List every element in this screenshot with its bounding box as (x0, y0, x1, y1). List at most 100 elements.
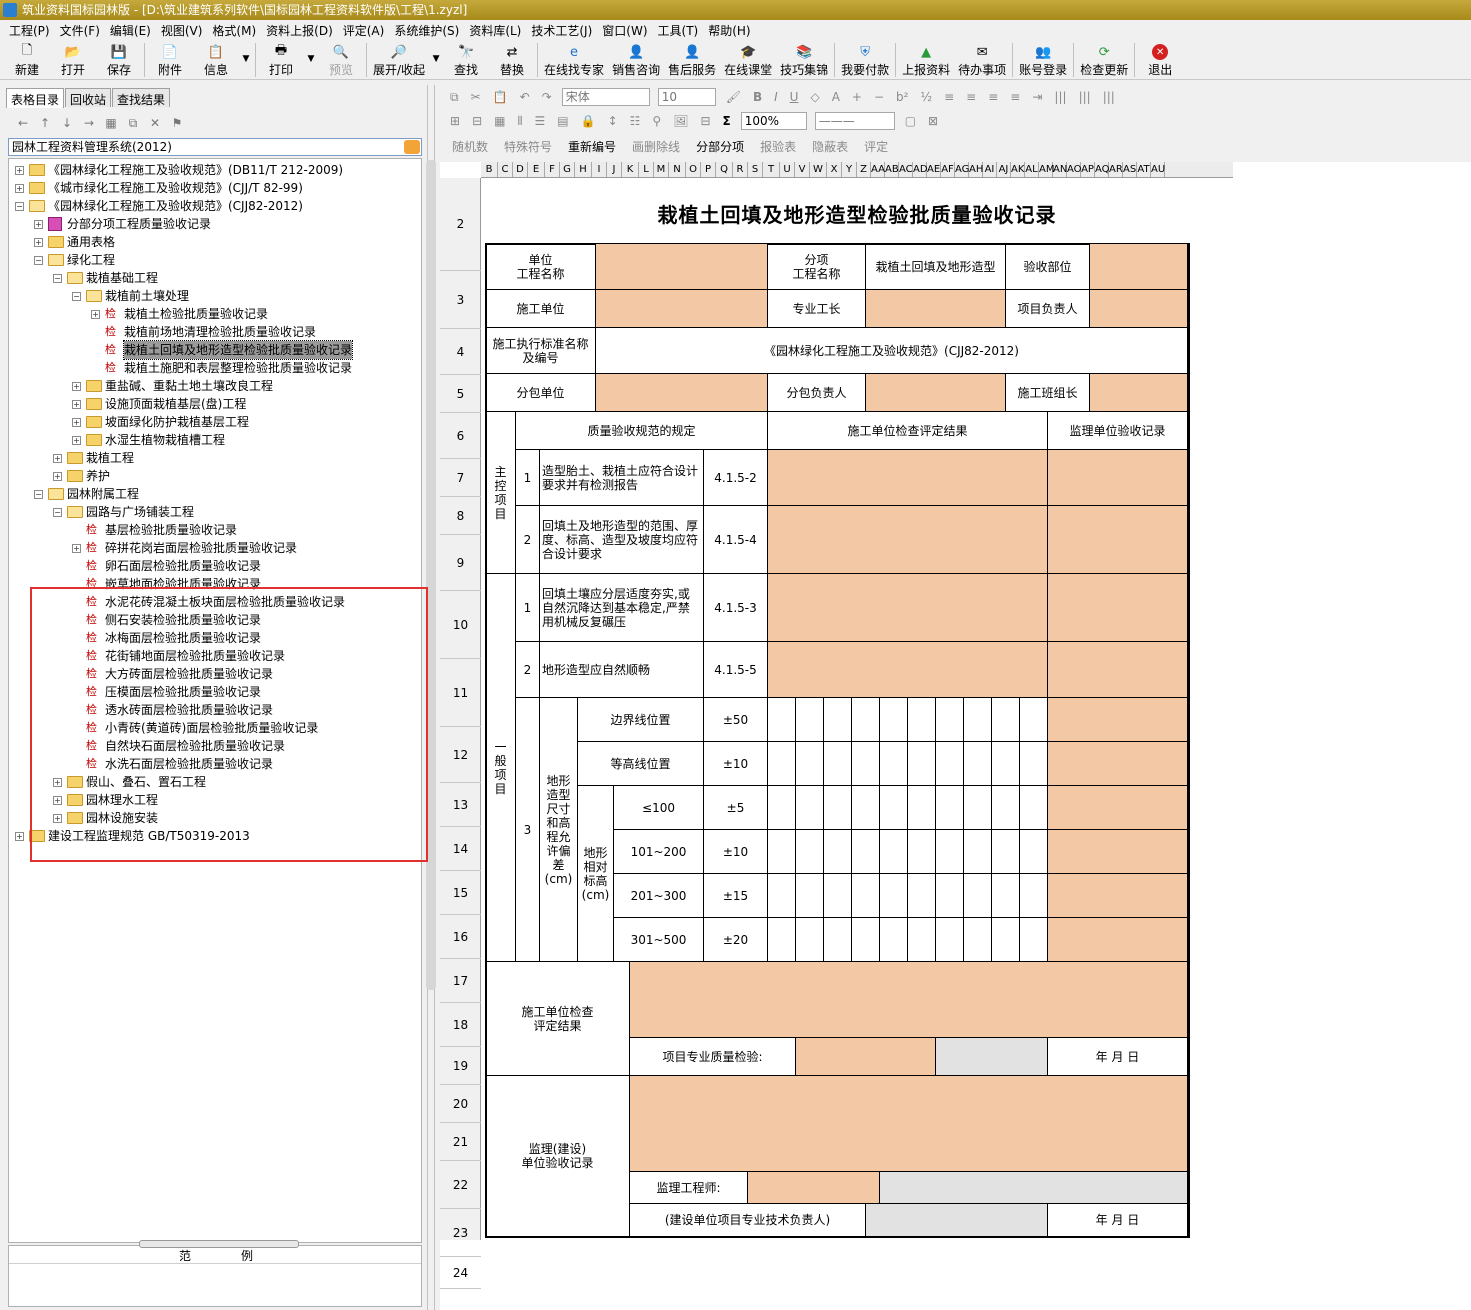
delete-icon[interactable]: ✕ (144, 116, 166, 130)
elevation-label[interactable]: 地形 相对 标高 (cm) (578, 786, 614, 962)
supervision-result[interactable] (1048, 742, 1188, 786)
column-label[interactable]: C (498, 162, 513, 177)
row-label[interactable]: 24 (440, 1257, 481, 1289)
row-label[interactable]: 3 (440, 271, 481, 329)
supervisor-result-label[interactable]: 监理(建设) 单位验收记录 (486, 1076, 630, 1237)
barcode-icon[interactable]: ||| (1048, 90, 1072, 104)
insert-row-icon[interactable]: ☰ (529, 114, 552, 128)
arrow-right-icon[interactable]: → (78, 116, 100, 130)
measure-cell[interactable] (992, 698, 1020, 742)
contractor-label[interactable]: 施工单位 (486, 290, 596, 328)
elevation-value[interactable]: ±20 (704, 918, 768, 962)
indent-icon[interactable]: ⇥ (1026, 90, 1048, 104)
pro-manager-value[interactable] (866, 290, 1006, 328)
column-label[interactable]: H (575, 162, 592, 177)
supervision-result[interactable] (1048, 506, 1188, 574)
menu-project[interactable]: 工程(P) (4, 22, 55, 39)
menu-window[interactable]: 窗口(W) (597, 22, 652, 39)
measure-cell[interactable] (880, 698, 908, 742)
column-label[interactable]: AJ (997, 162, 1011, 177)
expand-icon[interactable]: + (72, 400, 81, 409)
measure-cell[interactable] (824, 742, 852, 786)
info-dropdown-icon[interactable]: ▼ (239, 40, 253, 64)
row-label[interactable]: 21 (440, 1123, 481, 1161)
date-label[interactable]: 年 月 日 (1048, 1038, 1188, 1076)
align-left-icon[interactable]: ≡ (938, 90, 960, 104)
replace-button[interactable]: ⇄ 替换 (489, 40, 535, 78)
find-button[interactable]: 🔭 查找 (443, 40, 489, 78)
undo-icon[interactable]: ↶ (514, 90, 536, 104)
renumber-button[interactable]: 重新编号 (560, 138, 624, 155)
contractor-result-label[interactable]: 施工单位检查 评定结果 (486, 962, 630, 1076)
row-label[interactable]: 17 (440, 959, 481, 1003)
column-label[interactable]: AD (913, 162, 928, 177)
tolerance-value[interactable]: ±10 (704, 742, 768, 786)
minus-icon[interactable]: − (868, 90, 890, 104)
table-icon[interactable]: ▦ (488, 114, 511, 128)
column-label[interactable]: N (669, 162, 686, 177)
measure-cell[interactable] (880, 830, 908, 874)
measure-cell[interactable] (824, 874, 852, 918)
measure-cell[interactable] (908, 786, 936, 830)
spreadsheet[interactable]: B C D E F G H I J K L M N O P Q R S T U V W X Y Z AA AB AC AD AE AF AG A… (440, 162, 1471, 1310)
underline-icon[interactable]: U (784, 90, 805, 104)
subitem-button[interactable]: 分部分项 (688, 138, 752, 155)
standard-label[interactable]: 施工执行标准名称 及编号 (486, 328, 596, 374)
elevation-value[interactable]: ±15 (704, 874, 768, 918)
measure-cell[interactable] (1020, 830, 1048, 874)
contractor-value[interactable] (596, 290, 768, 328)
supervision-result[interactable] (1048, 830, 1188, 874)
fraction-icon[interactable]: ½ (914, 90, 938, 104)
column-label[interactable]: I (592, 162, 607, 177)
collapse-icon[interactable]: − (53, 274, 62, 283)
border-icon[interactable]: ▢ (899, 114, 922, 128)
row-label[interactable]: 6 (440, 413, 481, 459)
column-label[interactable]: Z (857, 162, 871, 177)
measure-cell[interactable] (1020, 918, 1048, 962)
tips-button[interactable]: 📚 技巧集锦 (776, 40, 832, 78)
measure-cell[interactable] (796, 742, 824, 786)
zoom-select[interactable]: 100% (740, 112, 807, 130)
check-result[interactable] (768, 574, 1048, 642)
menu-help[interactable]: 帮助(H) (703, 22, 755, 39)
measure-cell[interactable] (964, 742, 992, 786)
menu-library[interactable]: 资料库(L) (464, 22, 526, 39)
cut-icon[interactable]: ✂ (465, 90, 487, 104)
qc-blank[interactable] (936, 1038, 1048, 1076)
barcode2-icon[interactable]: ||| (1073, 90, 1097, 104)
project-lead-label[interactable]: 项目负责人 (1006, 290, 1090, 328)
calc-icon[interactable]: ⊟ (694, 114, 716, 128)
menu-file[interactable]: 文件(F) (55, 22, 105, 39)
menu-view[interactable]: 视图(V) (156, 22, 208, 39)
column-label[interactable]: P (701, 162, 716, 177)
menu-report[interactable]: 资料上报(D) (261, 22, 338, 39)
subcontractor-value[interactable] (596, 374, 768, 412)
column-label[interactable]: AR (1109, 162, 1123, 177)
column-label[interactable]: V (795, 162, 810, 177)
report-button[interactable]: ▲ 上报资料 (898, 40, 954, 78)
expand-icon[interactable]: + (72, 418, 81, 427)
strikethrough-button[interactable]: 画删除线 (624, 138, 688, 155)
column-label[interactable]: AB (885, 162, 899, 177)
online-class-button[interactable]: 🎓 在线课堂 (720, 40, 776, 78)
column-label[interactable]: W (810, 162, 827, 177)
exit-button[interactable]: ✕ 退出 (1137, 40, 1183, 78)
column-label[interactable]: AC (899, 162, 913, 177)
standard-value[interactable]: 《园林绿化工程施工及验收规范》(CJJ82-2012) (596, 328, 1188, 374)
column-label[interactable]: T (763, 162, 780, 177)
column-label[interactable]: R (733, 162, 748, 177)
measure-cell[interactable] (908, 918, 936, 962)
row-label[interactable]: 10 (440, 591, 481, 659)
tree-folder[interactable]: + 通用表格 (9, 233, 421, 251)
elevation-value[interactable]: ±10 (704, 830, 768, 874)
measure-cell[interactable] (936, 918, 964, 962)
column-label[interactable]: AA (871, 162, 885, 177)
measure-cell[interactable] (992, 918, 1020, 962)
menu-system[interactable]: 系统维护(S) (389, 22, 464, 39)
measure-cell[interactable] (936, 698, 964, 742)
tab-recycle[interactable]: 回收站 (65, 88, 112, 107)
supervision-header[interactable]: 监理单位验收记录 (1048, 412, 1188, 450)
tree-item[interactable]: + 检碎拼花岗岩面层检验批质量验收记录 (9, 539, 421, 557)
row-label[interactable]: 15 (440, 871, 481, 915)
measure-cell[interactable] (852, 874, 880, 918)
